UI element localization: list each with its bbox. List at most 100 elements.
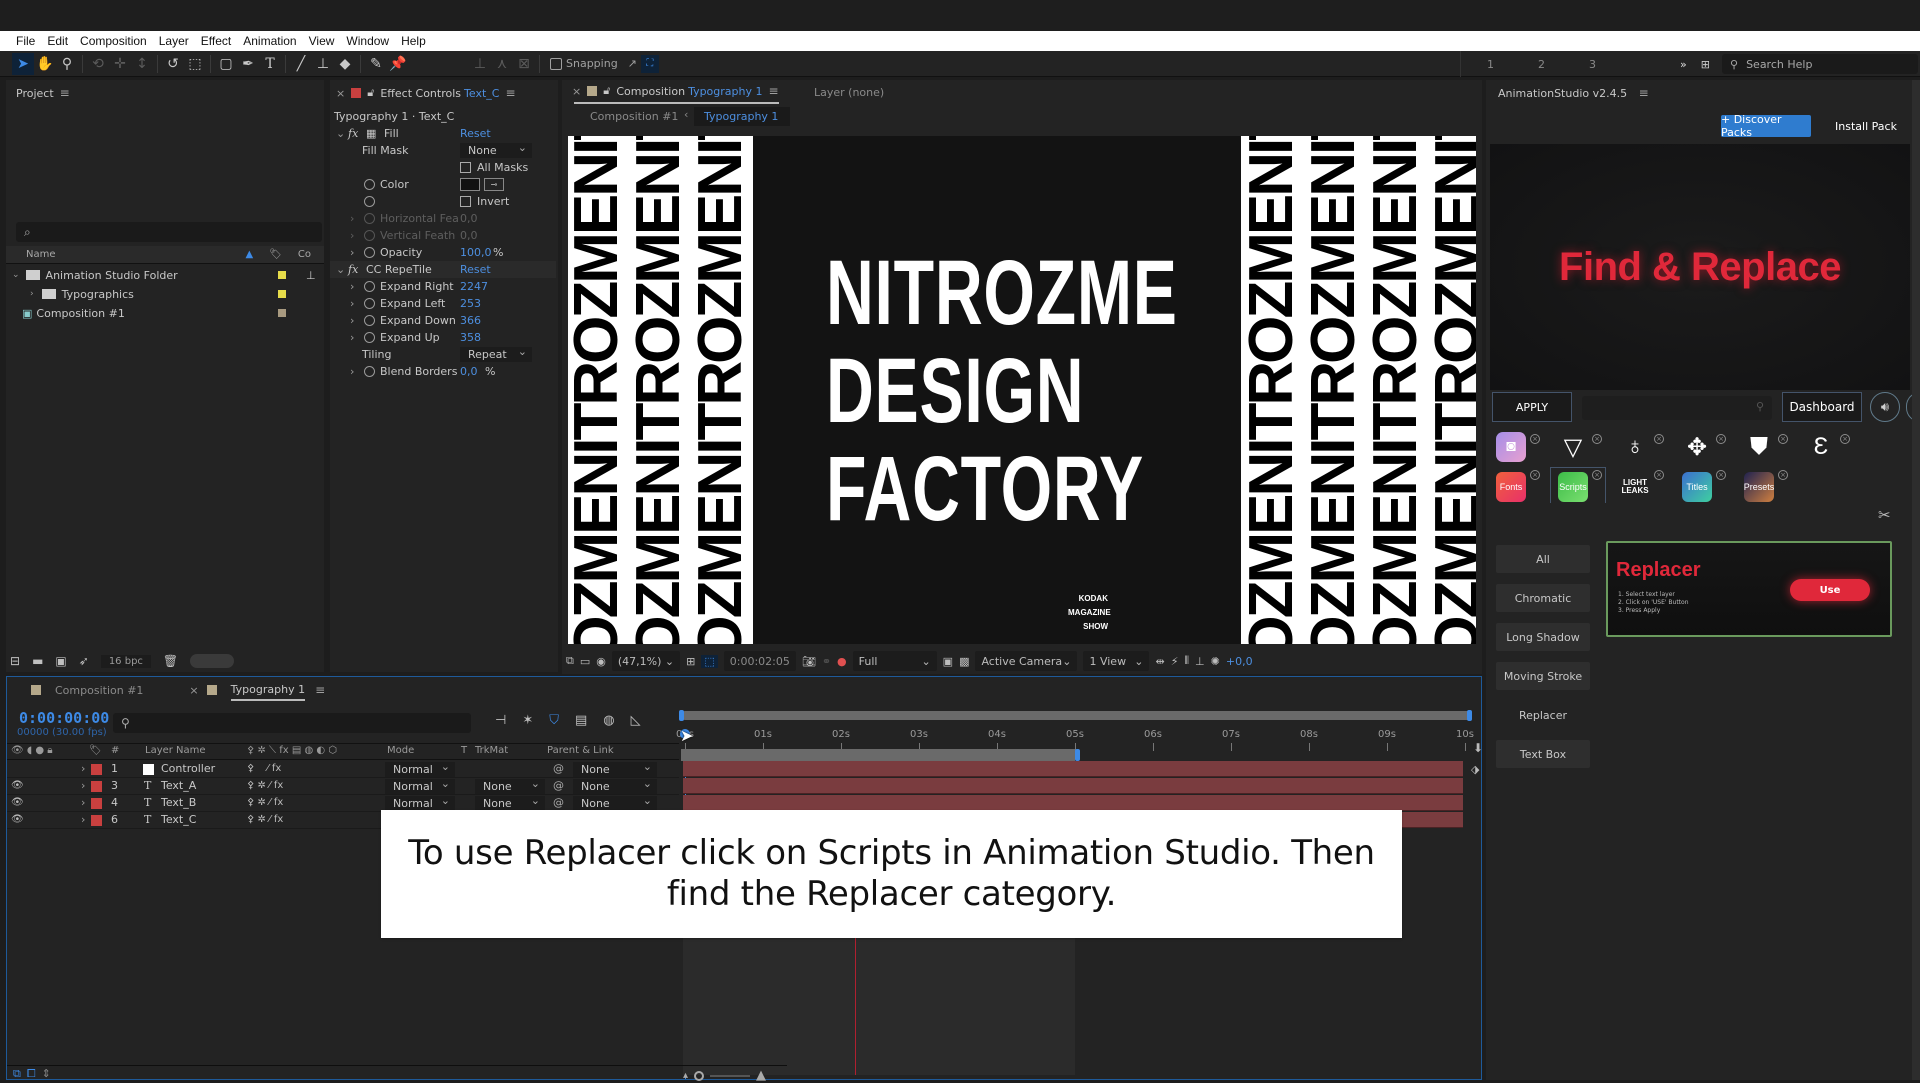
- zoom-tool-icon[interactable]: ⚲: [56, 53, 78, 75]
- track-matte-dropdown[interactable]: None: [475, 776, 545, 794]
- motion-blur-icon[interactable]: ◍: [603, 713, 614, 728]
- remove-pack-icon[interactable]: ×: [1716, 470, 1726, 480]
- category-moving-stroke[interactable]: Moving Stroke: [1496, 662, 1590, 690]
- close-icon[interactable]: ×: [189, 684, 198, 697]
- workspace-1[interactable]: 1: [1487, 58, 1494, 71]
- zoom-in-icon[interactable]: ▲: [756, 1068, 766, 1083]
- label-column-icon[interactable]: 🏷: [269, 249, 282, 260]
- channel-icon[interactable]: ●: [837, 655, 847, 668]
- pan-camera-icon[interactable]: ✛: [109, 53, 131, 75]
- eye-icon[interactable]: 👁︎: [11, 778, 24, 794]
- clone-stamp-icon[interactable]: ⊥: [312, 53, 334, 75]
- layer-duration-bar[interactable]: [683, 778, 1463, 794]
- flowchart-icon[interactable]: ⊥: [1195, 655, 1205, 668]
- chevron-right-icon[interactable]: ›: [350, 229, 354, 242]
- composition-tab[interactable]: × 🔓︎ Composition Typography 1 ≡: [572, 84, 779, 98]
- project-search-input[interactable]: ⌕: [16, 222, 322, 242]
- puppet-pin-icon[interactable]: 📌: [387, 53, 409, 75]
- chevron-right-icon[interactable]: ›: [350, 297, 354, 310]
- camera-dropdown[interactable]: Active Camera ⌄: [975, 651, 1078, 671]
- hand-tool-icon[interactable]: ✋: [34, 53, 56, 75]
- timeline-icon[interactable]: ⫴: [1184, 654, 1189, 668]
- draft-3d-icon[interactable]: ✶: [522, 713, 533, 728]
- new-composition-icon[interactable]: ▣: [55, 654, 66, 668]
- menu-view[interactable]: View: [303, 34, 341, 48]
- render-queue-icon[interactable]: ➶: [79, 654, 89, 668]
- fx-icon[interactable]: fx: [348, 263, 358, 276]
- remove-pack-icon[interactable]: ×: [1778, 470, 1788, 480]
- lock-icon[interactable]: 🔓︎: [367, 86, 374, 100]
- panel-scrollbar[interactable]: [1912, 80, 1920, 1080]
- panel-menu-icon[interactable]: ≡: [1639, 86, 1649, 100]
- panel-menu-icon[interactable]: ≡: [505, 86, 515, 100]
- chevron-right-icon[interactable]: ›: [350, 314, 354, 327]
- composition-flowchart-icon[interactable]: ⊣: [495, 713, 506, 728]
- layer-duration-bar[interactable]: [683, 795, 1463, 811]
- work-area-bar[interactable]: [681, 749, 1075, 761]
- opacity-value[interactable]: 100,0: [460, 246, 492, 259]
- blend-borders-value[interactable]: 0,0: [460, 365, 478, 378]
- project-item[interactable]: ▣ Composition #1: [6, 304, 324, 322]
- world-axis-icon[interactable]: ⋏: [491, 53, 513, 75]
- time-ruler[interactable]: 00s01s02s03s04s05s06s07s08s09s10s: [676, 707, 1474, 763]
- layer-row[interactable]: 👁︎ › 3 T Text_A ⚴ ✲ ⁄ fx Normal None @ None: [7, 776, 679, 795]
- discover-packs-button[interactable]: + Discover Packs: [1721, 113, 1811, 139]
- checkerboard-icon[interactable]: ▩: [959, 655, 969, 668]
- remove-pack-icon[interactable]: ×: [1530, 434, 1540, 444]
- chevron-right-icon[interactable]: ›: [81, 761, 85, 777]
- pack-presets[interactable]: Presets: [1744, 472, 1774, 502]
- snap-options-icon[interactable]: ↗: [628, 57, 637, 70]
- chevron-right-icon[interactable]: ›: [350, 280, 354, 293]
- mask-visibility-icon[interactable]: ◉: [596, 655, 606, 668]
- shy-layers-icon[interactable]: ⛉: [549, 713, 559, 728]
- stopwatch-icon[interactable]: [364, 298, 375, 309]
- comp-crumb-current[interactable]: Typography 1: [694, 107, 790, 126]
- menu-help[interactable]: Help: [395, 34, 432, 48]
- dashboard-button[interactable]: Dashboard: [1782, 392, 1862, 422]
- fast-previews-icon[interactable]: ⚡: [1171, 655, 1179, 668]
- name-column-header[interactable]: Name: [26, 249, 56, 260]
- chevron-right-icon[interactable]: ›: [81, 778, 85, 794]
- pan-behind-icon[interactable]: ⬚: [184, 53, 206, 75]
- replacer-script-card[interactable]: Replacer 1. Select text layer 2. Click o…: [1606, 541, 1892, 637]
- local-axis-icon[interactable]: ⊥: [469, 53, 491, 75]
- tab-composition-1[interactable]: Composition #1: [55, 684, 143, 697]
- label-swatch[interactable]: [278, 309, 286, 317]
- menu-layer[interactable]: Layer: [153, 34, 195, 48]
- trash-icon[interactable]: 🗑: [163, 654, 178, 668]
- diamond-pack-icon[interactable]: ✥: [1682, 432, 1712, 462]
- studio-search-input[interactable]: ⚲: [1582, 396, 1772, 420]
- chevron-right-icon[interactable]: ›: [350, 331, 354, 344]
- expand-down-value[interactable]: 366: [460, 314, 481, 327]
- panel-menu-icon[interactable]: ≡: [769, 84, 779, 98]
- layer-label-swatch[interactable]: [91, 798, 102, 809]
- pen-tool-icon[interactable]: ✒: [237, 53, 259, 75]
- layer-label-swatch[interactable]: [91, 764, 102, 775]
- label-swatch[interactable]: [278, 271, 286, 279]
- transparency-grid-icon[interactable]: ⬚: [701, 654, 718, 668]
- pack-light-leaks[interactable]: LIGHT LEAKS: [1620, 472, 1650, 502]
- layer-name-header[interactable]: Layer Name: [145, 745, 206, 756]
- project-thumbnail-slider[interactable]: [190, 654, 235, 668]
- resolution-dropdown[interactable]: Full ⌄: [852, 651, 937, 671]
- effect-repetile-header[interactable]: ⌄ fx CC RepeTile Reset: [330, 261, 556, 278]
- new-folder-icon[interactable]: ▬: [32, 654, 43, 668]
- panel-menu-icon[interactable]: ≡: [60, 86, 70, 100]
- transfer-controls-toggle-icon[interactable]: ⧠: [27, 1067, 36, 1081]
- invert-checkbox[interactable]: [460, 196, 471, 207]
- region-of-interest-icon[interactable]: ▣: [943, 655, 953, 668]
- stopwatch-icon[interactable]: [364, 281, 375, 292]
- stopwatch-icon[interactable]: [364, 332, 375, 343]
- chevron-right-icon[interactable]: ›: [81, 812, 85, 828]
- layer-label-swatch[interactable]: [91, 781, 102, 792]
- chevron-down-icon[interactable]: ⌄: [12, 270, 20, 280]
- shield-pack-icon[interactable]: ⛊: [1744, 432, 1774, 462]
- interpret-footage-icon[interactable]: ⊟: [10, 654, 20, 668]
- tab-typography-1[interactable]: Typography 1: [230, 683, 306, 701]
- remove-pack-icon[interactable]: ×: [1592, 470, 1602, 480]
- chevron-right-icon[interactable]: ›: [30, 289, 34, 299]
- expand-right-value[interactable]: 2247: [460, 280, 488, 293]
- orbit-camera-icon[interactable]: ⟲: [87, 53, 109, 75]
- pack-titles[interactable]: Titles: [1682, 472, 1712, 502]
- brush-tool-icon[interactable]: ╱: [290, 53, 312, 75]
